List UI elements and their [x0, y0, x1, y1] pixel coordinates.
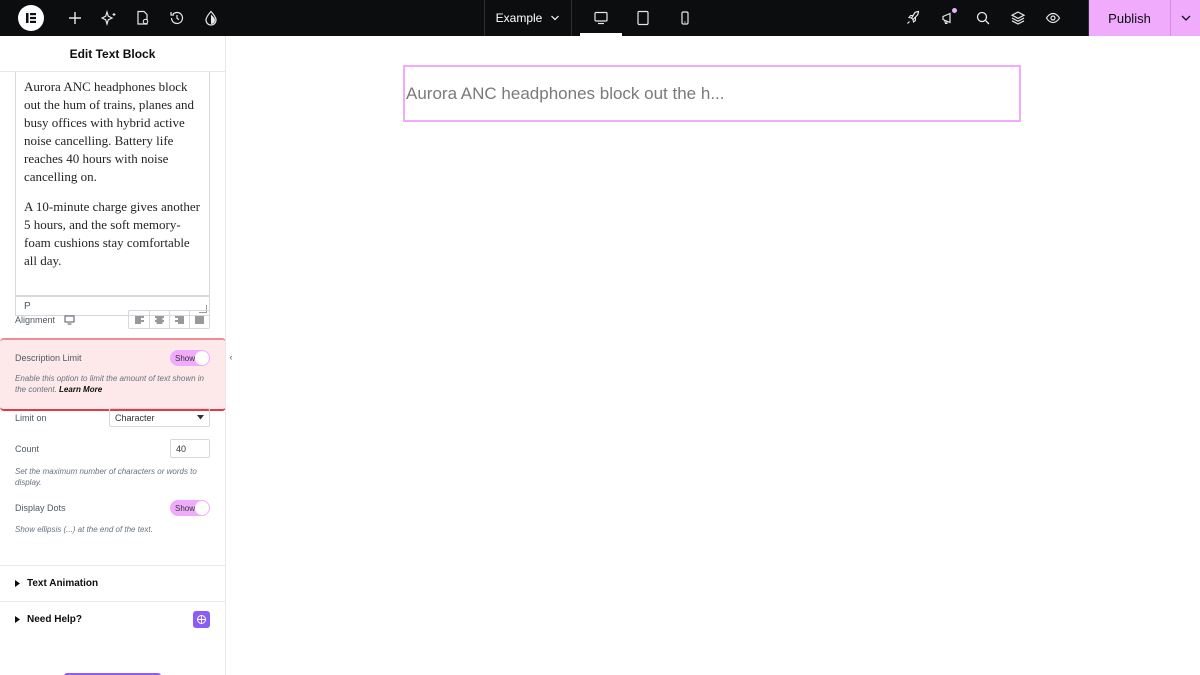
count-row: Count 40 [15, 439, 210, 458]
help-assistant-icon[interactable] [193, 611, 210, 628]
text-editor[interactable]: Aurora ANC headphones block out the hum … [15, 72, 210, 296]
description-limit-help-text: Enable this option to limit the amount o… [15, 374, 204, 394]
top-bar-center: Example [484, 0, 706, 36]
elementor-logo-icon[interactable] [18, 5, 44, 31]
count-input[interactable]: 40 [170, 439, 210, 458]
description-limit-label: Description Limit [15, 353, 82, 363]
history-icon[interactable] [160, 0, 194, 36]
notification-dot [952, 8, 957, 13]
notifications-icon[interactable] [930, 0, 965, 36]
top-bar-right: Publish [895, 0, 1200, 36]
text-block-widget[interactable]: Aurora ANC headphones block out the h... [403, 65, 1021, 122]
editor-paragraph-1: Aurora ANC headphones block out the hum … [24, 79, 195, 184]
rocket-icon[interactable] [895, 0, 930, 36]
widget-preview-text: Aurora ANC headphones block out the h... [406, 83, 725, 103]
count-label: Count [15, 443, 40, 454]
caret-right-icon [15, 616, 20, 623]
caret-right-icon [15, 580, 20, 587]
caret-down-icon [197, 415, 204, 420]
description-limit-help: Enable this option to limit the amount o… [15, 373, 210, 395]
chevron-down-icon [1181, 15, 1190, 21]
top-bar: Example Publish [0, 0, 1200, 36]
section-text-animation[interactable]: Text Animation [0, 565, 225, 601]
publish-options-button[interactable] [1170, 0, 1200, 36]
editor-panel: Edit Text Block Aurora ANC headphones bl… [0, 36, 226, 675]
section-need-help[interactable]: Need Help? [0, 601, 225, 637]
limit-on-label: Limit on [15, 412, 47, 423]
section-text-animation-label: Text Animation [27, 578, 99, 589]
count-help: Set the maximum number of characters or … [15, 467, 197, 487]
learn-more-link[interactable]: Learn More [59, 385, 102, 394]
add-icon[interactable] [58, 0, 92, 36]
document-title: Example [495, 11, 543, 25]
preview-eye-icon[interactable] [1035, 0, 1070, 36]
align-left-icon[interactable] [129, 311, 149, 328]
align-justify-icon[interactable] [189, 311, 209, 328]
display-dots-row: Display Dots Show [15, 500, 210, 516]
chevron-down-icon [551, 15, 560, 21]
limit-on-row: Limit on Character [15, 408, 210, 427]
align-center-icon[interactable] [149, 311, 169, 328]
desktop-icon[interactable] [580, 0, 622, 36]
site-styles-icon[interactable] [194, 0, 228, 36]
alignment-buttons [128, 310, 210, 329]
display-dots-toggle[interactable]: Show [170, 500, 210, 516]
top-bar-left [0, 0, 228, 36]
editor-paragraph-2: A 10-minute charge gives another 5 hours… [24, 199, 200, 268]
toggle-label: Show [175, 353, 196, 363]
limit-on-select[interactable]: Character [109, 408, 210, 427]
mobile-icon[interactable] [664, 0, 706, 36]
alignment-label: Alignment [15, 314, 56, 325]
description-limit-toggle[interactable]: Show [170, 350, 210, 366]
display-dots-help: Show ellipsis (...) at the end of the te… [15, 525, 153, 534]
page-settings-icon[interactable] [126, 0, 160, 36]
publish-button[interactable]: Publish [1088, 0, 1170, 36]
tablet-icon[interactable] [622, 0, 664, 36]
layers-icon[interactable] [1000, 0, 1035, 36]
align-right-icon[interactable] [169, 311, 189, 328]
limit-on-value: Character [115, 412, 155, 423]
document-title-dropdown[interactable]: Example [484, 0, 572, 36]
ai-sparkle-icon[interactable] [92, 0, 126, 36]
section-need-help-label: Need Help? [27, 614, 83, 625]
panel-title: Edit Text Block [0, 36, 225, 72]
description-limit-row: Description Limit Show [15, 350, 210, 366]
search-icon[interactable] [965, 0, 1000, 36]
responsive-desktop-icon[interactable] [64, 315, 75, 325]
display-dots-label: Display Dots [15, 503, 66, 513]
alignment-row: Alignment [15, 310, 210, 329]
toggle-label: Show [175, 503, 196, 513]
collapse-panel-icon[interactable]: ‹ [226, 347, 236, 367]
